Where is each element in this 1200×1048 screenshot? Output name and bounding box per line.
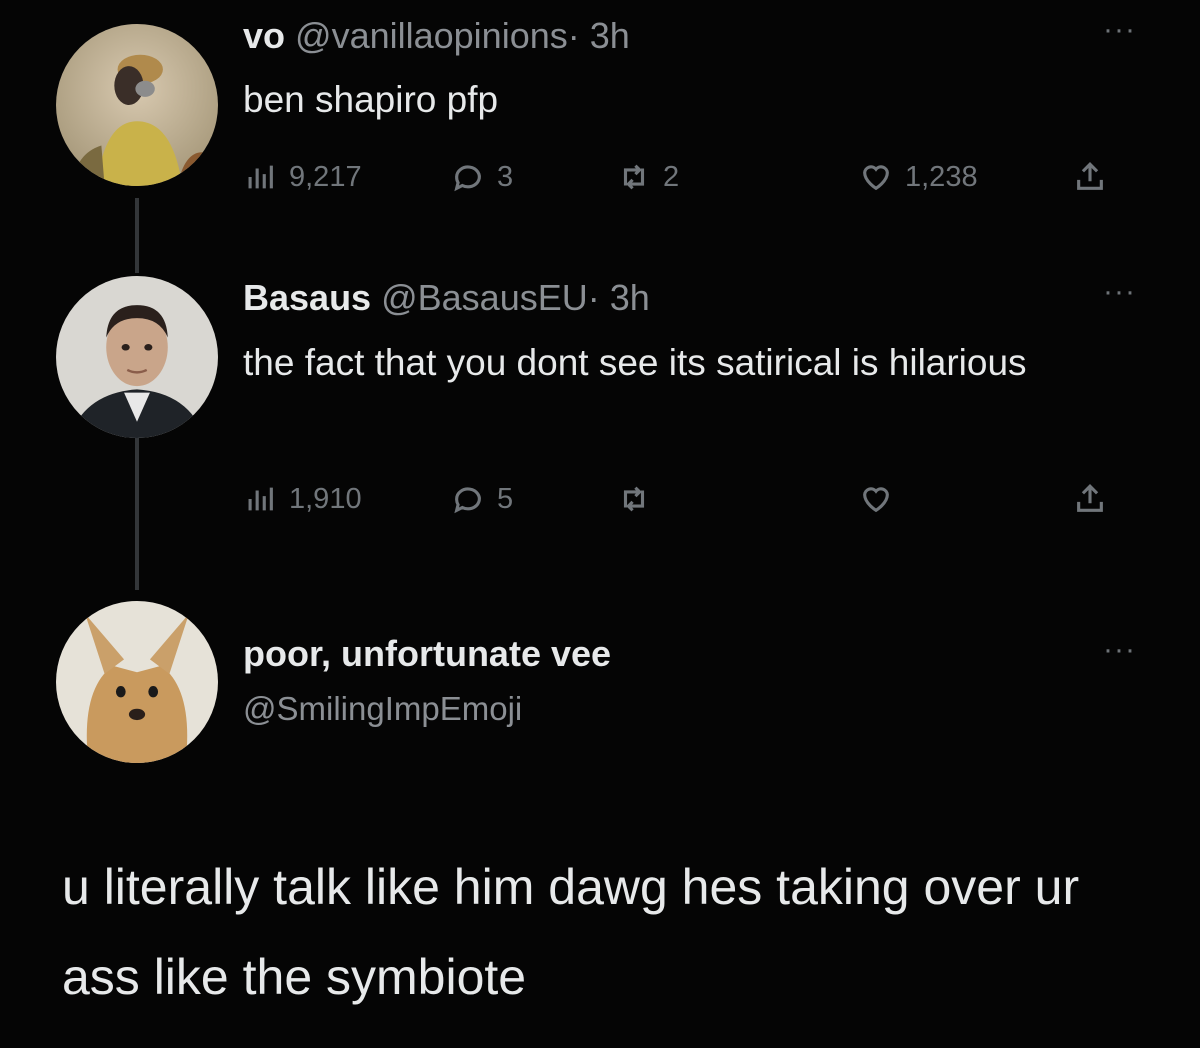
reply-text: u literally talk like him dawg hes takin… xyxy=(62,859,1080,1005)
speech-bubble-icon xyxy=(454,165,481,192)
bar-chart-icon xyxy=(248,487,273,511)
share-icon xyxy=(1077,162,1103,190)
tweet-text: ben shapiro pfp xyxy=(243,79,499,120)
avatar[interactable] xyxy=(56,24,218,186)
tweet-actions: 9,217 3 2 1,238 xyxy=(243,160,1113,200)
retweet-button[interactable] xyxy=(617,482,663,516)
like-button[interactable]: 1,238 xyxy=(859,160,978,194)
avatar[interactable] xyxy=(56,601,218,763)
thread-line xyxy=(135,438,139,590)
tweet-text: the fact that you dont see its satirical… xyxy=(243,342,1027,383)
timestamp[interactable]: · 3h xyxy=(588,277,650,318)
like-button[interactable] xyxy=(859,482,905,516)
views-count: 9,217 xyxy=(289,160,362,193)
share-button[interactable] xyxy=(1073,482,1107,516)
retweet-icon xyxy=(623,164,645,190)
retweet-button[interactable]: 2 xyxy=(617,160,679,194)
tweet-header: vo @vanillaopinions· 3h xyxy=(243,15,630,57)
retweet-count: 2 xyxy=(663,160,680,193)
reply-button[interactable]: 3 xyxy=(451,160,513,194)
speech-bubble-icon xyxy=(454,487,481,514)
reply-count: 3 xyxy=(497,160,514,193)
heart-icon xyxy=(863,487,889,513)
user-handle[interactable]: @SmilingImpEmoji xyxy=(243,690,522,728)
more-dots-icon[interactable]: ··· xyxy=(1103,15,1136,45)
share-icon xyxy=(1077,484,1103,512)
more-dots-icon[interactable]: ··· xyxy=(1103,635,1136,665)
thread-line xyxy=(135,198,139,273)
display-name[interactable]: vo xyxy=(243,15,285,56)
retweet-icon xyxy=(623,486,645,512)
reply-header: poor, unfortunate vee xyxy=(243,633,611,675)
more-dots-icon[interactable]: ··· xyxy=(1103,277,1136,307)
reply-count: 5 xyxy=(497,482,514,515)
bar-chart-icon xyxy=(248,165,273,189)
avatar[interactable] xyxy=(56,276,218,438)
like-count: 1,238 xyxy=(905,160,978,193)
views-button[interactable]: 1,910 xyxy=(243,482,362,516)
user-handle[interactable]: @BasausEU xyxy=(381,277,588,318)
user-handle[interactable]: @vanillaopinions xyxy=(295,15,568,56)
timestamp[interactable]: · 3h xyxy=(568,15,630,56)
share-button[interactable] xyxy=(1073,160,1107,194)
display-name[interactable]: poor, unfortunate vee xyxy=(243,633,611,674)
heart-icon xyxy=(863,165,889,191)
reply-button[interactable]: 5 xyxy=(451,482,513,516)
tweet-header: Basaus @BasausEU· 3h xyxy=(243,277,650,319)
views-button[interactable]: 9,217 xyxy=(243,160,362,194)
display-name[interactable]: Basaus xyxy=(243,277,371,318)
views-count: 1,910 xyxy=(289,482,362,515)
tweet-actions: 1,910 5 xyxy=(243,482,1113,522)
